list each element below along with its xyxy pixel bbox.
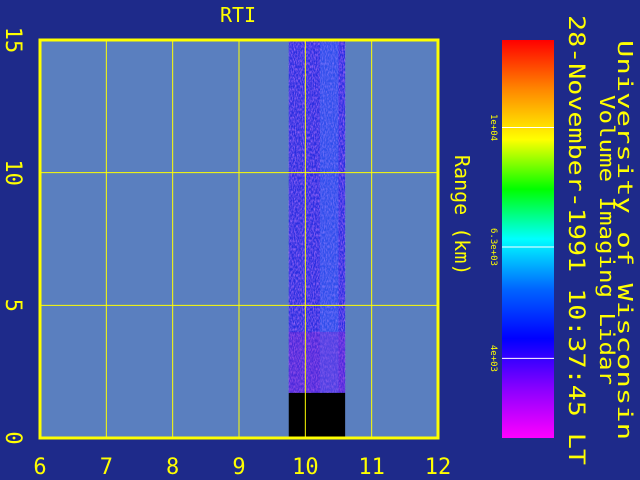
colorbar <box>502 40 554 438</box>
x-tick-label: 8 <box>166 455 179 480</box>
chart-title: RTI <box>220 3 256 27</box>
no-data-block <box>288 392 346 438</box>
x-tick-label: 11 <box>358 455 385 480</box>
annotation-line: 28-November-1991 10:37:45 LT <box>563 15 588 465</box>
annotation-block: University of WisconsinVolume Imaging Li… <box>563 15 637 465</box>
y-tick-label: 15 <box>0 27 25 54</box>
x-tick-label: 9 <box>232 455 245 480</box>
x-tick-label: 7 <box>100 455 113 480</box>
y-axis-label: Range (km) <box>450 155 474 275</box>
x-tick-label: 12 <box>425 455 452 480</box>
colorbar-tick-label: 1e+04 <box>488 114 498 141</box>
y-tick-label: 5 <box>0 299 25 312</box>
rti-chart-figure: 6 7 8 9 10 11 12 0 5 10 15 RTI Range (km) 1e+04 6.… <box>0 0 640 480</box>
y-tick-label: 10 <box>0 159 25 186</box>
data-layer <box>288 40 346 438</box>
x-axis-ticks: 6 7 8 9 10 11 12 <box>33 455 451 480</box>
colorbar-tick-label: 4e+03 <box>488 345 498 372</box>
y-tick-label: 0 <box>0 431 25 444</box>
x-tick-label: 6 <box>33 455 46 480</box>
y-axis-ticks: 0 5 10 15 <box>0 27 25 445</box>
signal-low-band <box>288 331 346 393</box>
chart-svg: 6 7 8 9 10 11 12 0 5 10 15 RTI Range (km) 1e+04 6.… <box>0 3 637 480</box>
annotation-line: Volume Imaging Lidar <box>595 95 619 385</box>
x-tick-label: 10 <box>292 455 319 480</box>
colorbar-tick-label: 6.3e+03 <box>488 228 498 266</box>
